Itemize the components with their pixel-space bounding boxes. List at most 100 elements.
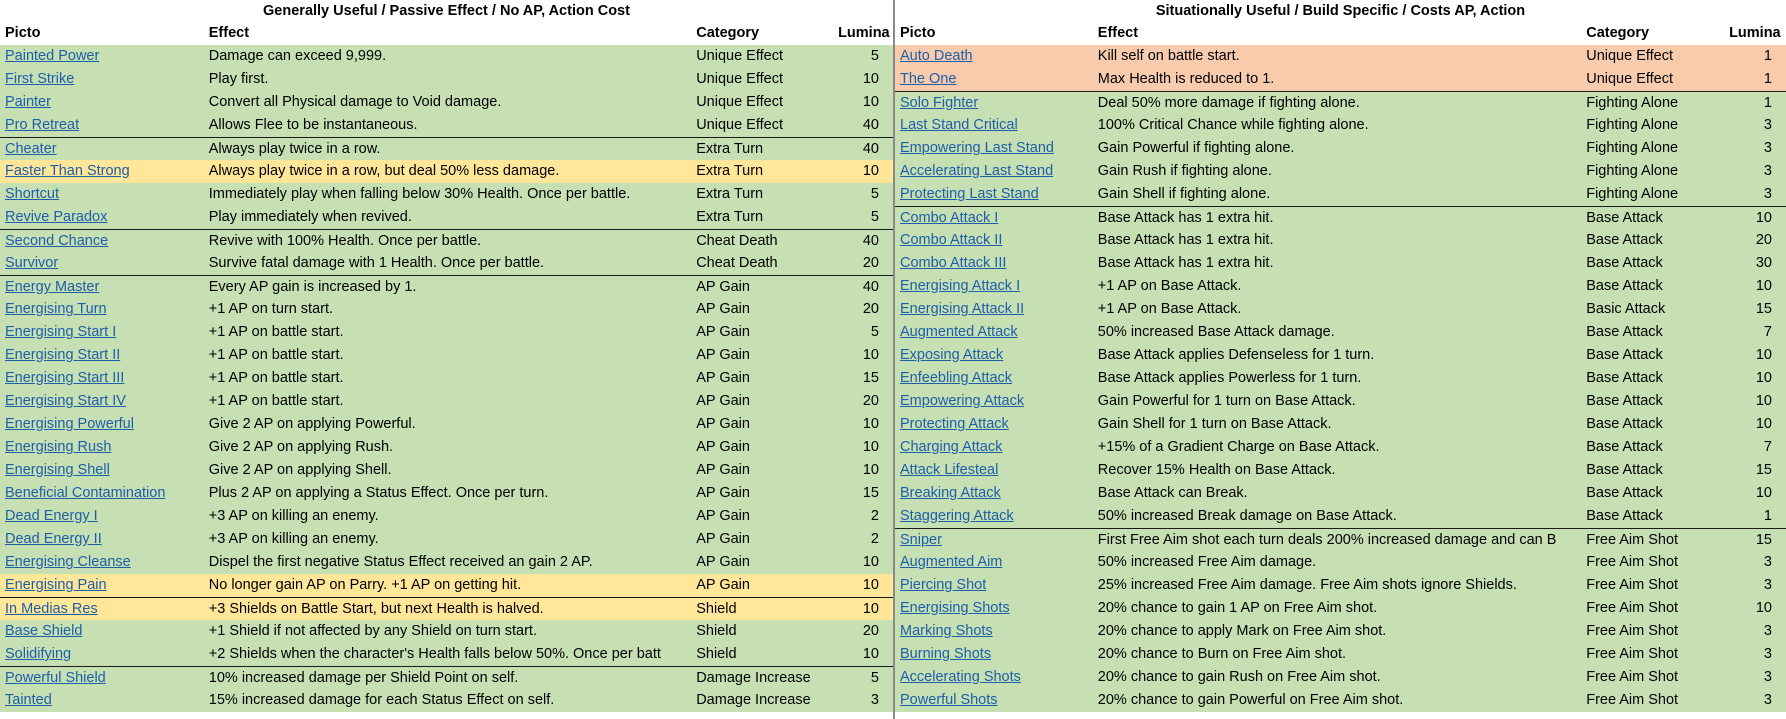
picto-link[interactable]: In Medias Res (0, 598, 204, 620)
picto-link[interactable]: Energising Pain (0, 574, 204, 597)
lumina-cell: 10 (1755, 278, 1772, 294)
picto-link[interactable]: The One (895, 68, 1093, 91)
picto-link[interactable]: Energising Shots (895, 597, 1093, 620)
lumina-cell: 40 (862, 117, 879, 133)
picto-link[interactable]: Accelerating Shots (895, 666, 1093, 689)
picto-link[interactable]: Cheater (0, 138, 204, 160)
picto-link[interactable]: Dead Energy II (0, 528, 204, 551)
category-cell: Fighting Alone (1586, 186, 1679, 202)
picto-link[interactable]: Powerful Shield (0, 667, 204, 689)
picto-link[interactable]: Solo Fighter (895, 92, 1093, 114)
table-row: Shortcut Immediately play when falling be… (0, 183, 893, 206)
effect-cell: +1 AP on battle start. (208, 347, 344, 363)
picto-link[interactable]: Powerful Shots (895, 689, 1093, 712)
lumina-cell: 1 (1763, 71, 1772, 87)
category-cell: Unique Effect (696, 71, 783, 87)
right-table-body: Auto Death Kill self on battle start. Uniq… (895, 45, 1786, 712)
picto-link[interactable]: Base Shield (0, 620, 204, 643)
picto-link[interactable]: Pro Retreat (0, 114, 204, 137)
lumina-cell: 10 (1755, 416, 1772, 432)
lumina-cell: 10 (1755, 370, 1772, 386)
picto-link[interactable]: Tainted (0, 689, 204, 712)
picto-link[interactable]: Staggering Attack (895, 505, 1093, 528)
picto-link[interactable]: Second Chance (0, 230, 204, 252)
picto-link[interactable]: Charging Attack (895, 436, 1093, 459)
picto-link[interactable]: Energising Start IV (0, 390, 204, 413)
category-cell: Unique Effect (696, 94, 783, 110)
picto-link[interactable]: Energising Shell (0, 459, 204, 482)
lumina-cell: 15 (1755, 532, 1772, 548)
picto-link[interactable]: Last Stand Critical (895, 114, 1093, 137)
effect-cell: 20% chance to gain Powerful on Free Aim … (1097, 692, 1404, 708)
category-cell: Free Aim Shot (1586, 623, 1679, 639)
picto-link[interactable]: Energy Master (0, 276, 204, 298)
category-cell: Base Attack (1586, 462, 1663, 478)
picto-link[interactable]: Faster Than Strong (0, 160, 204, 183)
category-cell: Basic Attack (1586, 301, 1666, 317)
picto-link[interactable]: Accelerating Last Stand (895, 160, 1093, 183)
effect-cell: Every AP gain is increased by 1. (208, 279, 417, 295)
picto-link[interactable]: Solidifying (0, 643, 204, 666)
lumina-cell: 3 (1763, 669, 1772, 685)
picto-link[interactable]: Energising Turn (0, 298, 204, 321)
picto-link[interactable]: Breaking Attack (895, 482, 1093, 505)
picto-link[interactable]: Energising Attack I (895, 275, 1093, 298)
effect-cell: +1 AP on Base Attack. (1097, 278, 1242, 294)
lumina-cell: 1 (1763, 508, 1772, 524)
effect-cell: +1 AP on battle start. (208, 324, 344, 340)
picto-link[interactable]: Combo Attack II (895, 229, 1093, 252)
table-row: Faster Than Strong Always play twice in a… (0, 160, 893, 183)
picto-link[interactable]: Burning Shots (895, 643, 1093, 666)
picto-link[interactable]: Augmented Attack (895, 321, 1093, 344)
effect-cell: Survive fatal damage with 1 Health. Once… (208, 255, 545, 271)
picto-link[interactable]: Energising Powerful (0, 413, 204, 436)
picto-link[interactable]: Piercing Shot (895, 574, 1093, 597)
picto-link[interactable]: Combo Attack III (895, 252, 1093, 275)
header-picto: Picto (5, 25, 41, 41)
picto-link[interactable]: Protecting Attack (895, 413, 1093, 436)
category-cell: AP Gain (696, 347, 750, 363)
picto-link[interactable]: Beneficial Contamination (0, 482, 204, 505)
picto-link[interactable]: Revive Paradox (0, 206, 204, 229)
picto-link[interactable]: First Strike (0, 68, 204, 91)
picto-link[interactable]: Auto Death (895, 45, 1093, 68)
picto-link[interactable]: Attack Lifesteal (895, 459, 1093, 482)
picto-link[interactable]: Augmented Aim (895, 551, 1093, 574)
left-header-row: Picto Effect Category Lumina (0, 22, 893, 45)
table-row: Burning Shots 20% chance to Burn on Free … (895, 643, 1786, 666)
picto-link[interactable]: Painter (0, 91, 204, 114)
picto-link[interactable]: Energising Cleanse (0, 551, 204, 574)
lumina-cell: 20 (1755, 232, 1772, 248)
picto-link[interactable]: Protecting Last Stand (895, 183, 1093, 206)
picto-link[interactable]: Exposing Attack (895, 344, 1093, 367)
table-row: Enfeebling Attack Base Attack applies Pow… (895, 367, 1786, 390)
picto-link[interactable]: Energising Start II (0, 344, 204, 367)
picto-link[interactable]: Energising Start I (0, 321, 204, 344)
effect-cell: 10% increased damage per Shield Point on… (208, 670, 519, 686)
header-effect: Effect (208, 25, 250, 41)
picto-link[interactable]: Painted Power (0, 45, 204, 68)
category-cell: Free Aim Shot (1586, 646, 1679, 662)
table-row: Dead Energy I +3 AP on killing an enemy. A… (0, 505, 893, 528)
picto-link[interactable]: Energising Attack II (895, 298, 1093, 321)
effect-cell: 50% increased Base Attack damage. (1097, 324, 1335, 340)
picto-link[interactable]: Marking Shots (895, 620, 1093, 643)
picto-link[interactable]: Empowering Last Stand (895, 137, 1093, 160)
picto-link[interactable]: Enfeebling Attack (895, 367, 1093, 390)
lumina-cell: 10 (862, 646, 879, 662)
effect-cell: Kill self on battle start. (1097, 48, 1240, 64)
effect-cell: Gain Shell for 1 turn on Base Attack. (1097, 416, 1332, 432)
picto-link[interactable]: Survivor (0, 252, 204, 275)
picto-link[interactable]: Combo Attack I (895, 207, 1093, 229)
picto-link[interactable]: Energising Start III (0, 367, 204, 390)
picto-link[interactable]: Energising Rush (0, 436, 204, 459)
picto-link[interactable]: Shortcut (0, 183, 204, 206)
picto-link[interactable]: Empowering Attack (895, 390, 1093, 413)
picto-link[interactable]: Dead Energy I (0, 505, 204, 528)
category-cell: AP Gain (696, 485, 750, 501)
picto-link[interactable]: Sniper (895, 529, 1093, 551)
lumina-cell: 10 (1755, 347, 1772, 363)
table-row: Powerful Shield 10% increased damage per … (0, 666, 893, 689)
table-row: Second Chance Revive with 100% Health. On… (0, 229, 893, 252)
table-row: Empowering Last Stand Gain Powerful if fi… (895, 137, 1786, 160)
